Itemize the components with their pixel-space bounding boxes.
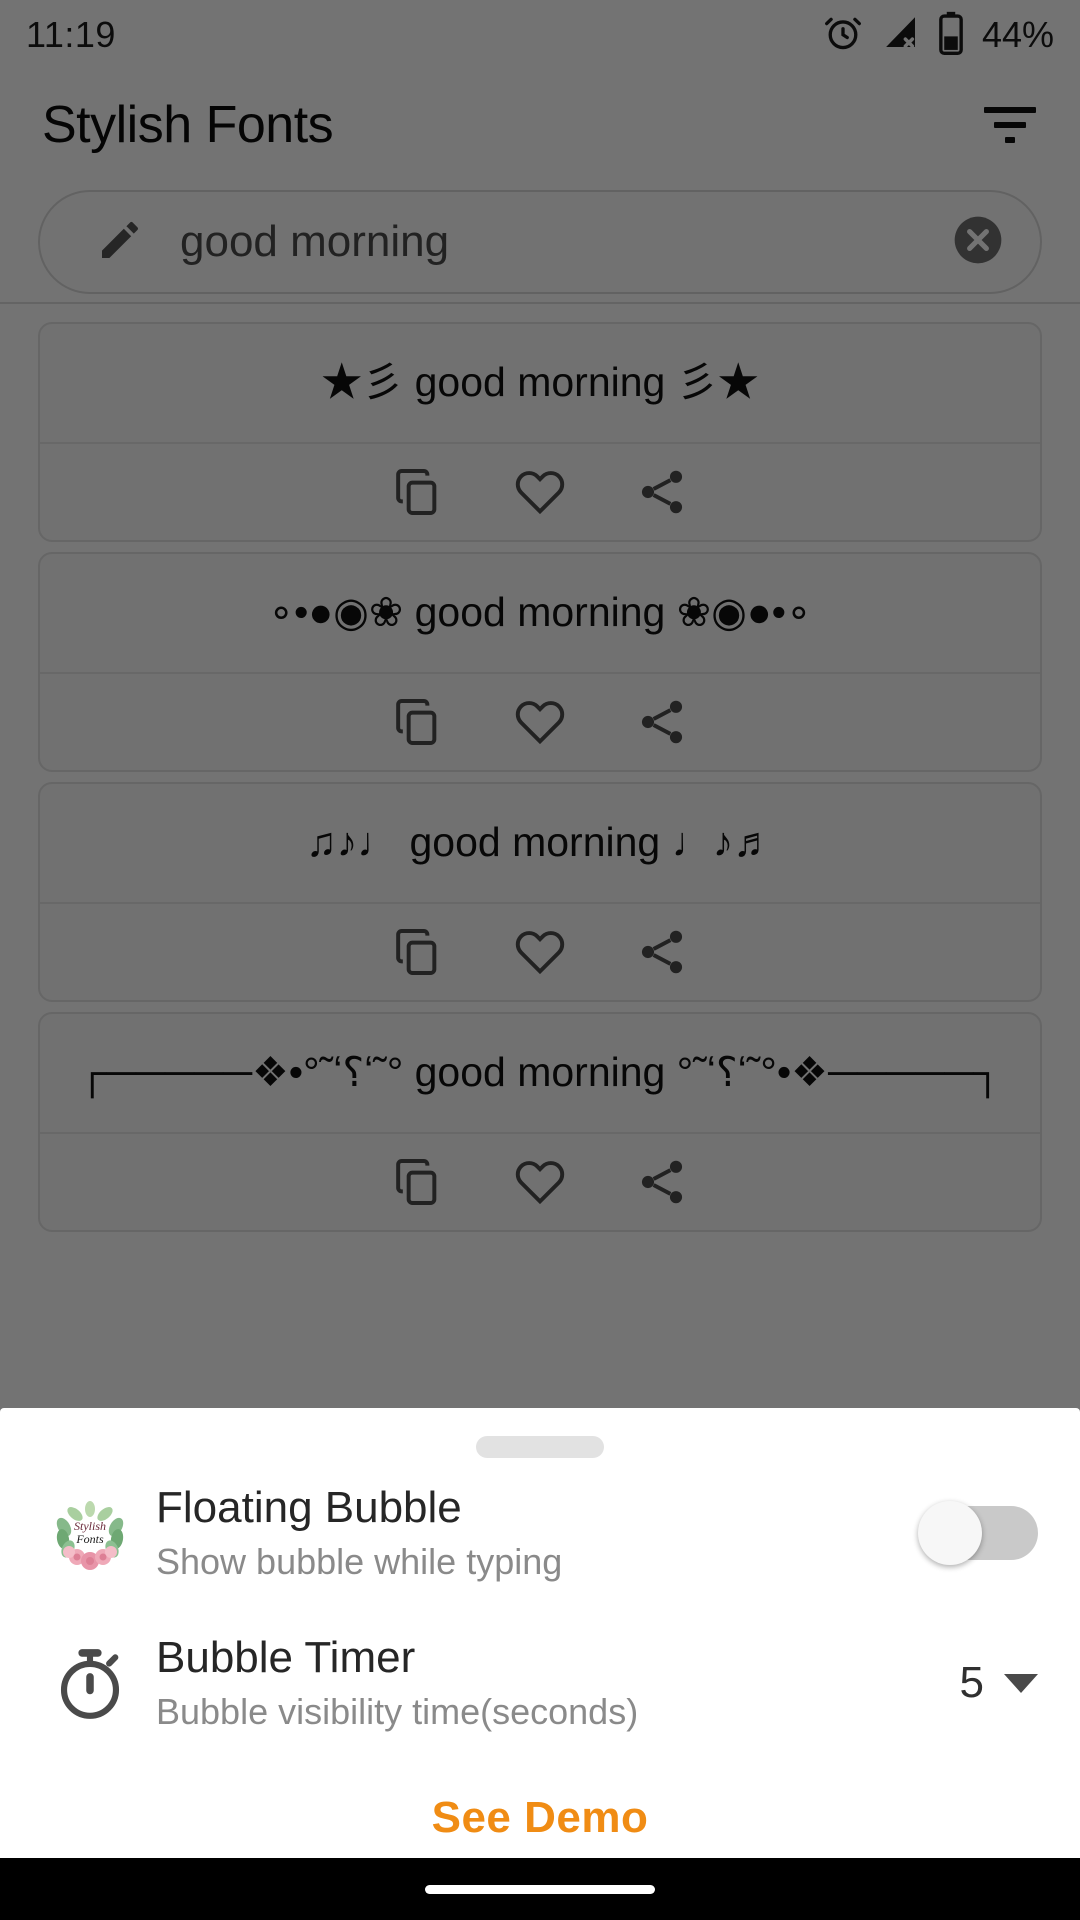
stopwatch-icon (42, 1642, 138, 1724)
toggle-thumb (918, 1501, 982, 1565)
bubble-timer-value: 5 (959, 1658, 984, 1707)
floating-bubble-toggle[interactable] (918, 1501, 1038, 1565)
setting-texts: Bubble Timer Bubble visibility time(seco… (138, 1633, 960, 1733)
setting-row-floating-bubble[interactable]: Stylish Fonts Floating Bubble Show bubbl… (0, 1458, 1080, 1608)
setting-subtitle: Bubble visibility time(seconds) (156, 1691, 639, 1732)
gesture-pill[interactable] (425, 1884, 655, 1894)
app-logo-icon: Stylish Fonts (42, 1494, 138, 1572)
svg-text:Stylish: Stylish (74, 1519, 106, 1533)
setting-title: Bubble Timer (156, 1633, 416, 1682)
drag-handle[interactable] (476, 1436, 604, 1458)
bottom-sheet: Stylish Fonts Floating Bubble Show bubbl… (0, 1408, 1080, 1858)
bubble-timer-dropdown[interactable]: 5 (960, 1658, 1038, 1708)
setting-row-bubble-timer[interactable]: Bubble Timer Bubble visibility time(seco… (0, 1608, 1080, 1758)
setting-title: Floating Bubble (156, 1483, 462, 1532)
setting-texts: Floating Bubble Show bubble while typing (138, 1483, 918, 1583)
see-demo-button[interactable]: See Demo (432, 1793, 649, 1843)
navigation-bar (0, 1858, 1080, 1920)
svg-text:Fonts: Fonts (75, 1532, 104, 1546)
chevron-down-icon (1004, 1673, 1038, 1693)
setting-subtitle: Show bubble while typing (156, 1541, 563, 1582)
